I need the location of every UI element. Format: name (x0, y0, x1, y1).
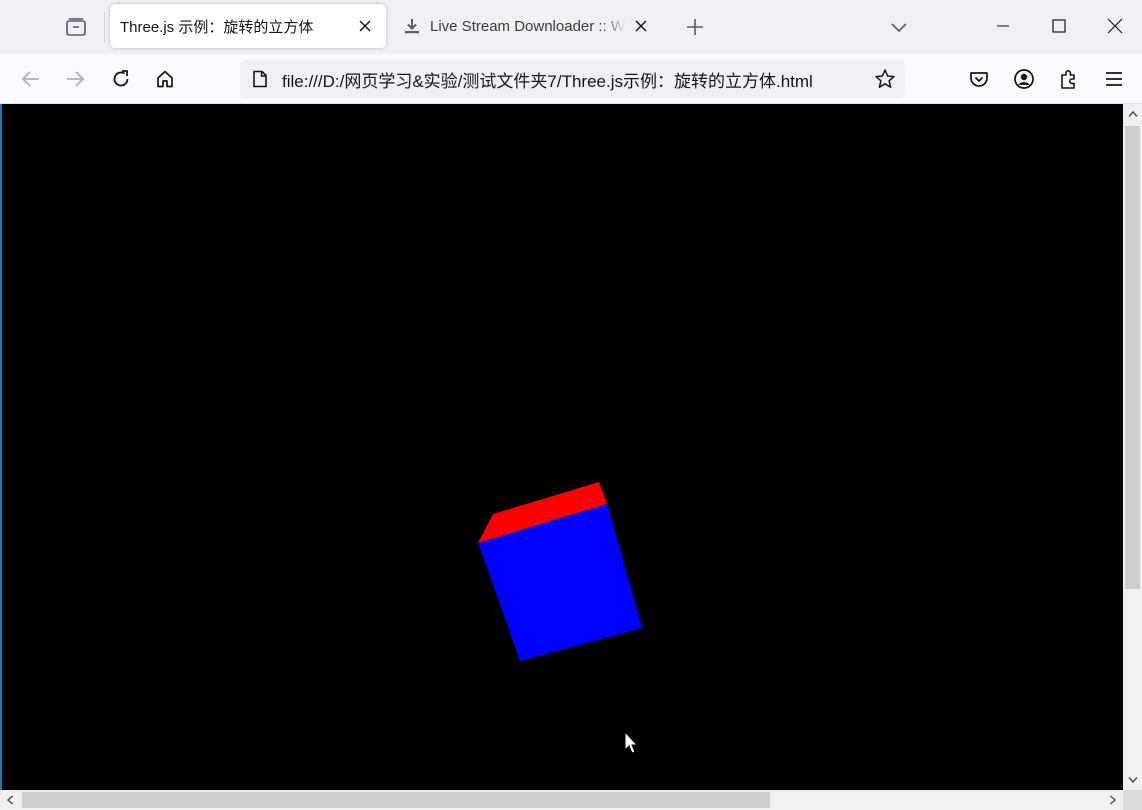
new-tab-button[interactable] (680, 12, 710, 42)
horizontal-scrollbar[interactable] (0, 790, 1123, 810)
scroll-right-arrow[interactable] (1103, 790, 1123, 810)
forward-button[interactable] (58, 62, 92, 96)
tab-close-button[interactable] (626, 11, 656, 41)
maximize-icon (1052, 19, 1066, 33)
browser-window: Three.js 示例：旋转的立方体 Live Stream Downloade… (0, 0, 1142, 810)
minimize-icon (997, 25, 1009, 27)
back-button[interactable] (14, 62, 48, 96)
pocket-icon (970, 72, 988, 87)
scroll-up-arrow[interactable] (1123, 104, 1142, 124)
close-icon (359, 20, 371, 32)
chevron-right-icon (1110, 795, 1117, 805)
vertical-scroll-thumb[interactable] (1125, 126, 1140, 589)
home-icon (157, 70, 173, 88)
chevron-up-icon (1127, 110, 1138, 117)
tab-strip: Three.js 示例：旋转的立方体 Live Stream Downloade… (0, 0, 1142, 54)
pocket-button[interactable] (962, 62, 996, 96)
page-icon[interactable] (240, 60, 280, 98)
download-icon (402, 16, 422, 36)
vertical-scrollbar[interactable] (1123, 104, 1142, 790)
puzzle-icon (1061, 70, 1075, 89)
reload-icon (113, 70, 129, 87)
threejs-canvas[interactable] (2, 104, 1123, 790)
url-text[interactable]: file:///D:/网页学习&实验/测试文件夹7/Three.js示例：旋转的… (280, 67, 865, 92)
hamburger-menu-icon (1106, 72, 1122, 86)
extensions-button[interactable] (1052, 62, 1086, 96)
tab-threejs[interactable]: Three.js 示例：旋转的立方体 (110, 4, 386, 48)
tab-title: Three.js 示例：旋转的立方体 (120, 18, 314, 36)
plus-icon (687, 19, 703, 35)
close-icon (1107, 18, 1123, 34)
scrollbar-corner (1123, 790, 1142, 810)
bookmark-button[interactable] (865, 60, 905, 98)
chevron-left-icon (6, 795, 13, 805)
account-button[interactable] (1007, 62, 1041, 96)
maximize-button[interactable] (1036, 6, 1082, 46)
reload-button[interactable] (104, 62, 138, 96)
mouse-cursor (624, 730, 639, 754)
scroll-left-arrow[interactable] (0, 790, 20, 810)
tab-divider (104, 12, 105, 42)
chevron-down-icon (891, 23, 907, 33)
tab-live-stream-downloader[interactable]: Live Stream Downloader :: We (398, 4, 658, 48)
minimize-button[interactable] (980, 6, 1026, 46)
url-bar[interactable]: file:///D:/网页学习&实验/测试文件夹7/Three.js示例：旋转的… (240, 60, 905, 98)
tab-overview-icon (66, 18, 86, 36)
home-button[interactable] (148, 62, 182, 96)
scroll-down-arrow[interactable] (1123, 770, 1142, 790)
account-icon (1014, 69, 1034, 89)
list-all-tabs-button[interactable] (884, 12, 914, 42)
tab-overview-button[interactable] (56, 8, 96, 46)
horizontal-scroll-thumb[interactable] (22, 792, 770, 808)
window-close-button[interactable] (1092, 6, 1138, 46)
tab-close-button[interactable] (350, 11, 380, 41)
star-icon (875, 69, 895, 88)
back-arrow-icon (21, 71, 39, 87)
chevron-down-icon (1127, 777, 1138, 784)
app-menu-button[interactable] (1097, 62, 1131, 96)
tab-title: Live Stream Downloader :: We (430, 17, 626, 35)
forward-arrow-icon (67, 71, 85, 87)
navigation-toolbar: file:///D:/网页学习&实验/测试文件夹7/Three.js示例：旋转的… (0, 54, 1142, 104)
close-icon (635, 20, 647, 32)
